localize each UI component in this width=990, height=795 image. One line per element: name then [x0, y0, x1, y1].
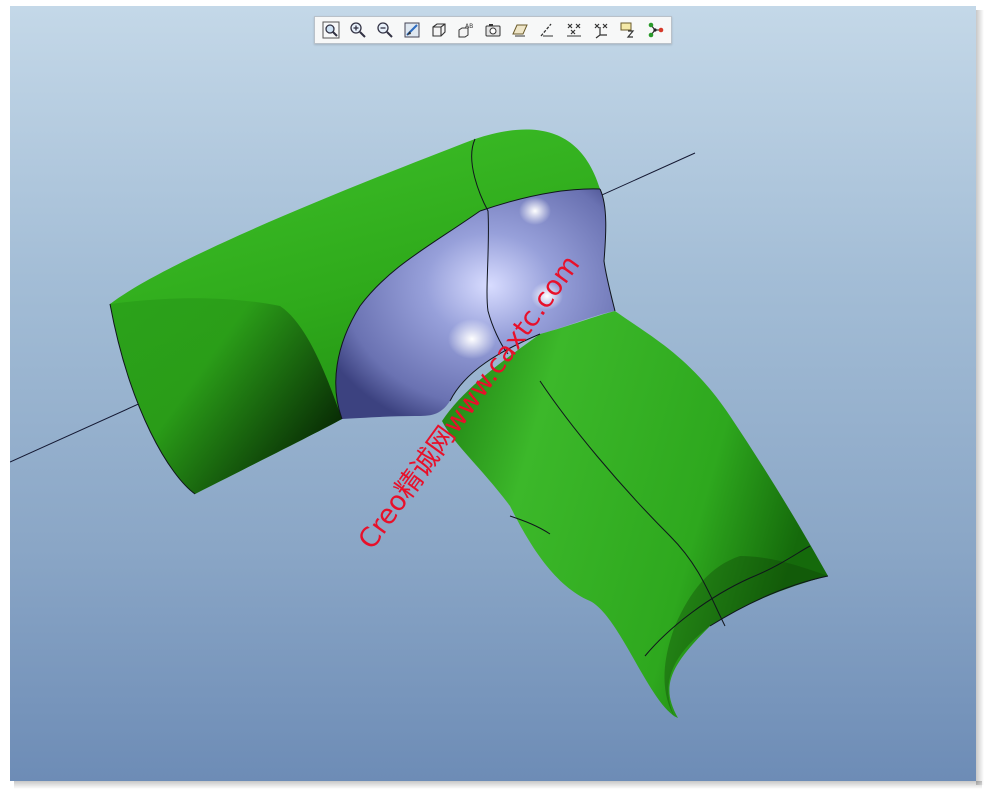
annotations-button[interactable]: [615, 18, 641, 42]
spin-center-icon: [648, 22, 664, 38]
datum-axes-button[interactable]: [534, 18, 560, 42]
refit-button[interactable]: [318, 18, 344, 42]
datum-planes-button[interactable]: [507, 18, 533, 42]
window-shadow-bottom: [14, 781, 982, 789]
repaint-button[interactable]: [399, 18, 425, 42]
zoom-in-button[interactable]: [345, 18, 371, 42]
model-view: Creo精诚网www.caxtc.com: [10, 129, 829, 718]
saved-orientations-icon: AB: [458, 23, 473, 38]
zoom-out-button[interactable]: [372, 18, 398, 42]
saved-orientations-button[interactable]: AB: [453, 18, 479, 42]
graphics-window[interactable]: Creo精诚网www.caxtc.com AB: [10, 6, 976, 781]
coordinate-systems-button[interactable]: [588, 18, 614, 42]
repaint-icon: [404, 22, 420, 38]
datum-planes-icon: [512, 24, 528, 37]
coordinate-systems-icon: [594, 23, 608, 39]
datum-points-button[interactable]: [561, 18, 587, 42]
display-style-icon: [432, 23, 446, 37]
view-manager-button[interactable]: [480, 18, 506, 42]
annotations-icon: [620, 22, 635, 38]
spin-center-button[interactable]: [642, 18, 668, 42]
datum-axes-icon: [540, 23, 553, 37]
refit-icon: [322, 21, 340, 39]
display-style-button[interactable]: [426, 18, 452, 42]
zoom-out-icon: [377, 22, 393, 38]
zoom-in-icon: [350, 22, 366, 38]
view-toolbar: AB: [314, 16, 672, 44]
window-shadow-right: [976, 10, 984, 785]
datum-points-icon: [567, 23, 581, 37]
view-manager-icon: [485, 24, 501, 37]
dome-highlight-1: [519, 197, 551, 225]
